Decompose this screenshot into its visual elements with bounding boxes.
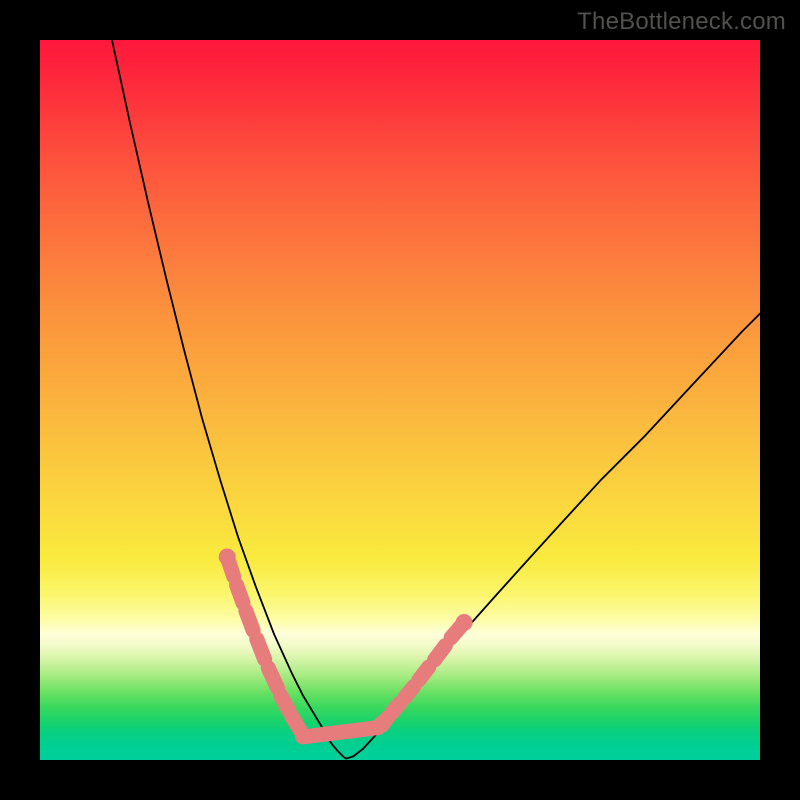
pink-overlay: [219, 548, 473, 737]
left-curve: [112, 40, 346, 759]
plot-area: [40, 40, 760, 760]
watermark-text: TheBottleneck.com: [577, 8, 786, 36]
chart-frame: TheBottleneck.com: [0, 0, 800, 800]
curves-svg: [40, 40, 760, 760]
